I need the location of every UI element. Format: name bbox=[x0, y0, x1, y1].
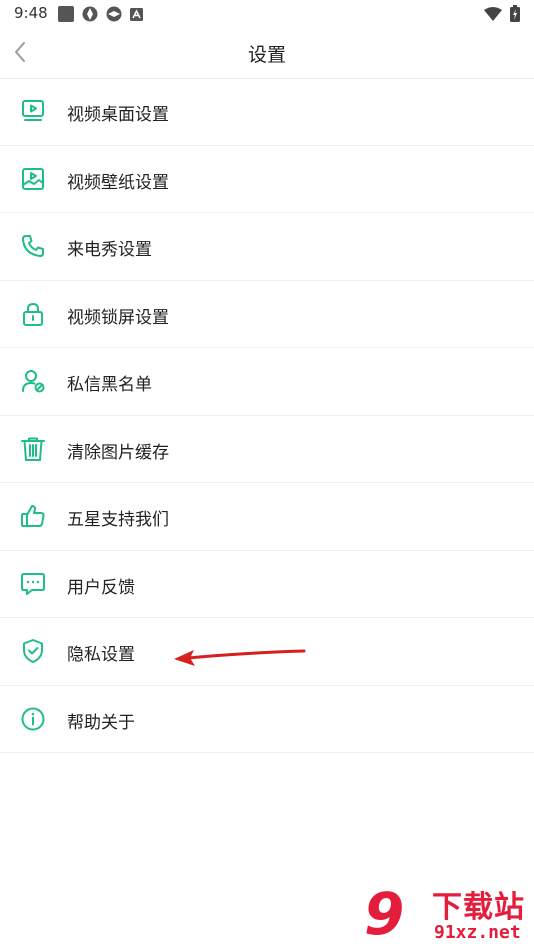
menu-label: 视频锁屏设置 bbox=[67, 307, 169, 328]
watermark-url: 91xz.net bbox=[434, 922, 521, 943]
menu-label: 隐私设置 bbox=[67, 645, 135, 665]
annotation-arrow-icon bbox=[174, 649, 306, 666]
wallpaper-icon bbox=[22, 167, 44, 190]
menu-label: 私信黑名单 bbox=[67, 375, 152, 395]
phone-icon bbox=[22, 235, 44, 257]
notification-icons bbox=[58, 6, 143, 22]
menu-item-dm-blacklist[interactable]: 私信黑名单 bbox=[0, 348, 534, 416]
menu-item-video-desktop[interactable]: 视频桌面设置 bbox=[0, 78, 534, 146]
shield-icon bbox=[23, 639, 43, 663]
menu-item-help-about[interactable]: 帮助关于 bbox=[0, 686, 534, 753]
status-time: 9:48 bbox=[14, 4, 48, 22]
nav-bar: 设置 bbox=[0, 28, 534, 79]
menu-item-five-star[interactable]: 五星支持我们 bbox=[0, 483, 534, 551]
app-a-icon bbox=[130, 7, 143, 21]
watermark-title: 下载站 bbox=[432, 890, 525, 925]
menu-label: 视频壁纸设置 bbox=[67, 172, 169, 193]
menu-item-feedback[interactable]: 用户反馈 bbox=[0, 551, 534, 618]
battery-icon bbox=[510, 5, 520, 22]
system-icons bbox=[484, 5, 520, 22]
video-desktop-icon bbox=[22, 100, 44, 121]
watermark-logo: 9 下载站 91xz.net bbox=[362, 880, 532, 948]
menu-label: 来电秀设置 bbox=[67, 240, 152, 260]
menu-item-call-show[interactable]: 来电秀设置 bbox=[0, 213, 534, 281]
menu-item-video-lockscreen[interactable]: 视频锁屏设置 bbox=[0, 281, 534, 348]
wifi-icon bbox=[484, 6, 502, 21]
aperture-icon bbox=[106, 6, 122, 22]
aperture-icon bbox=[82, 6, 98, 22]
menu-item-clear-cache[interactable]: 清除图片缓存 bbox=[0, 416, 534, 483]
menu-label: 五星支持我们 bbox=[67, 510, 169, 530]
menu-label: 用户反馈 bbox=[67, 577, 135, 598]
status-bar: 9:48 bbox=[0, 0, 534, 28]
menu-label: 清除图片缓存 bbox=[67, 442, 169, 463]
menu-label: 帮助关于 bbox=[67, 712, 135, 733]
menu-label: 视频桌面设置 bbox=[67, 105, 169, 125]
chat-icon bbox=[21, 572, 45, 595]
page-title: 设置 bbox=[247, 44, 286, 66]
thumbs-up-icon bbox=[21, 505, 45, 527]
user-block-icon bbox=[22, 370, 45, 393]
menu-item-video-wallpaper[interactable]: 视频壁纸设置 bbox=[0, 146, 534, 213]
trash-icon bbox=[21, 437, 45, 461]
info-icon bbox=[21, 707, 45, 730]
app-square-icon bbox=[58, 6, 74, 22]
watermark-logo-mark: 9 bbox=[364, 880, 405, 948]
lock-icon bbox=[23, 302, 43, 326]
